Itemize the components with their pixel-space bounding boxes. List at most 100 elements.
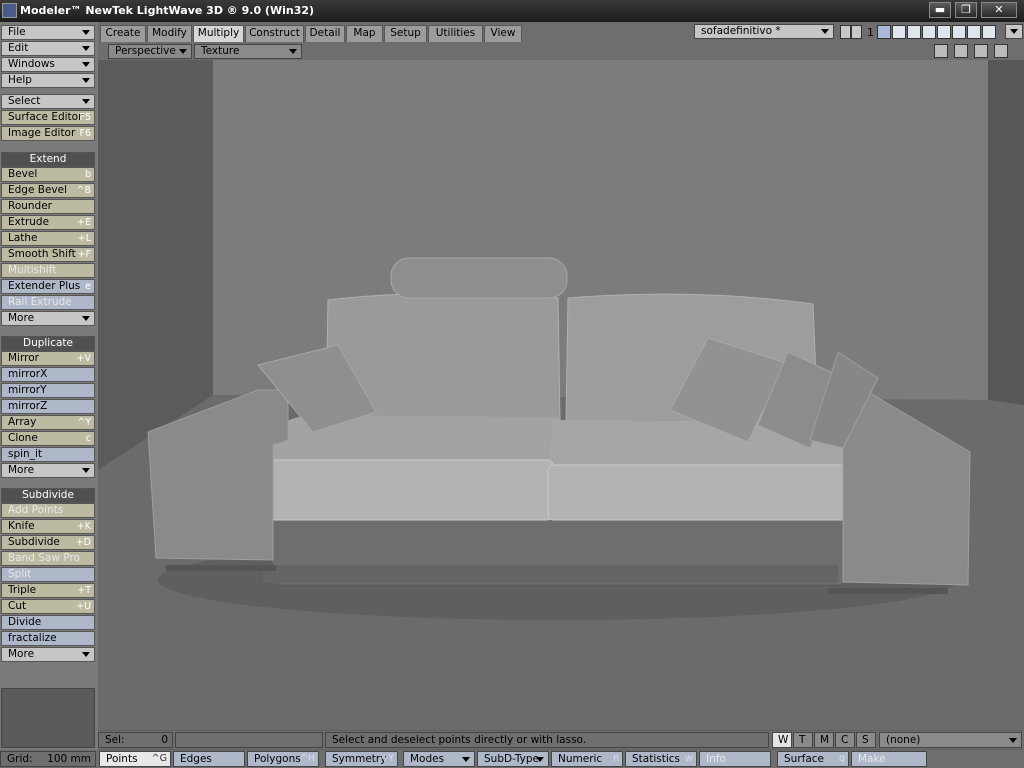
make-button[interactable]: Make [851,751,927,767]
grid-value: 100 mm [47,753,91,765]
title-bar: Modeler™ NewTek LightWave 3D ® 9.0 (Win3… [0,0,1024,22]
extender-plus-label: Extender Plus [8,280,81,292]
view-mode-select[interactable]: Perspective [108,44,192,59]
knife-button[interactable]: Knife +K [1,519,95,534]
rounder-button[interactable]: Rounder [1,199,95,214]
layer-6-button[interactable] [952,25,966,39]
subdivide-more-menu[interactable]: More [1,647,95,662]
points-mode-button[interactable]: Points ^G [99,751,171,767]
clone-button[interactable]: Clone c [1,431,95,446]
mirrorx-button[interactable]: mirrorX [1,367,95,382]
bottom-bar: Grid: 100 mm Points ^G Edges Polygons ^H S… [0,750,1024,768]
smooth-shift-button[interactable]: Smooth Shift +F [1,247,95,262]
rail-extrude-button[interactable]: Rail Extrude [1,295,95,310]
symmetry-button[interactable]: Symmetry +Y [325,751,398,767]
file-menu[interactable]: File [1,25,95,40]
windows-menu[interactable]: Windows [1,57,95,72]
cut-button[interactable]: Cut +U [1,599,95,614]
statistics-button[interactable]: Statistics w [625,751,697,767]
vmap-select[interactable]: (none) [879,732,1022,748]
help-menu[interactable]: Help [1,73,95,88]
selection-set-button[interactable]: S [856,732,876,748]
shading-mode-select[interactable]: Texture [194,44,302,59]
tab-map[interactable]: Map [346,25,383,42]
help-message: Select and deselect points directly or w… [325,732,769,748]
texture-map-button[interactable]: T [793,732,813,748]
fractalize-button[interactable]: fractalize [1,631,95,646]
shortcut-label: +D [75,537,91,548]
tab-modify[interactable]: Modify [147,25,192,42]
image-editor-button[interactable]: Image Editor F6 [1,126,95,141]
array-label: Array [8,416,37,428]
color-map-button[interactable]: C [835,732,855,748]
minimize-button[interactable]: ▬ [929,2,951,18]
pan-icon[interactable] [934,44,948,58]
edit-menu[interactable]: Edit [1,41,95,56]
subd-type-menu[interactable]: SubD-Type [477,751,549,767]
select-menu[interactable]: Select [1,94,95,109]
subdivide-button[interactable]: Subdivide +D [1,535,95,550]
close-button[interactable]: ✕ [981,2,1017,18]
tab-multiply[interactable]: Multiply [193,25,244,42]
maximize-button[interactable]: ❐ [955,2,977,18]
extender-plus-button[interactable]: Extender Plus e [1,279,95,294]
status-row: Sel: 0 Select and deselect points direct… [98,731,1024,749]
layer-8-button[interactable] [982,25,996,39]
tab-detail[interactable]: Detail [305,25,345,42]
modes-menu[interactable]: Modes [403,751,475,767]
array-button[interactable]: Array ^Y [1,415,95,430]
split-button[interactable]: Split [1,567,95,582]
tab-setup[interactable]: Setup [384,25,427,42]
tab-create[interactable]: Create [100,25,146,42]
prev-object-icon[interactable] [840,25,851,39]
weight-map-button[interactable]: W [772,732,792,748]
zoom-icon[interactable] [974,44,988,58]
mirror-button[interactable]: Mirror +V [1,351,95,366]
spin-it-button[interactable]: spin_it [1,447,95,462]
viewport-header: Perspective Texture [98,42,1024,60]
edges-mode-button[interactable]: Edges [173,751,245,767]
multishift-button[interactable]: Multishift [1,263,95,278]
band-saw-pro-button[interactable]: Band Saw Pro [1,551,95,566]
dropdown-arrow-icon [1009,738,1017,743]
dropdown-arrow-icon [82,30,90,35]
dropdown-arrow-icon [1010,29,1018,34]
layer-4-button[interactable] [922,25,936,39]
divide-button[interactable]: Divide [1,615,95,630]
bevel-button[interactable]: Bevel b [1,167,95,182]
help-menu-label: Help [8,74,32,86]
extrude-button[interactable]: Extrude +E [1,215,95,230]
info-button[interactable]: Info [699,751,771,767]
morph-map-button[interactable]: M [814,732,834,748]
triple-button[interactable]: Triple +T [1,583,95,598]
layer-3-button[interactable] [907,25,921,39]
layer-2-button[interactable] [892,25,906,39]
duplicate-more-menu[interactable]: More [1,463,95,478]
dropdown-arrow-icon [536,757,544,762]
maximize-viewport-icon[interactable] [994,44,1008,58]
tab-construct[interactable]: Construct [245,25,304,42]
surface-editor-button[interactable]: Surface Editor F5 [1,110,95,125]
next-object-icon[interactable] [851,25,862,39]
layer-5-button[interactable] [937,25,951,39]
add-points-button[interactable]: Add Points [1,503,95,518]
surface-button[interactable]: Surface q [777,751,849,767]
polygons-mode-button[interactable]: Polygons ^H [247,751,319,767]
tab-view[interactable]: View [484,25,522,42]
layer-menu-button[interactable] [1005,24,1023,39]
perspective-viewport[interactable] [98,60,1024,730]
mirrorz-button[interactable]: mirrorZ [1,399,95,414]
edge-bevel-button[interactable]: Edge Bevel ^B [1,183,95,198]
rail-extrude-label: Rail Extrude [8,296,72,308]
rotate-icon[interactable] [954,44,968,58]
edge-bevel-label: Edge Bevel [8,184,68,196]
duplicate-header: Duplicate [1,336,95,351]
lathe-button[interactable]: Lathe +L [1,231,95,246]
mirrory-button[interactable]: mirrorY [1,383,95,398]
layer-7-button[interactable] [967,25,981,39]
object-selector[interactable]: sofadefinitivo * [694,24,834,39]
extend-more-menu[interactable]: More [1,311,95,326]
tab-utilities[interactable]: Utilities [428,25,483,42]
numeric-button[interactable]: Numeric n [551,751,623,767]
layer-1-button[interactable] [877,25,891,39]
